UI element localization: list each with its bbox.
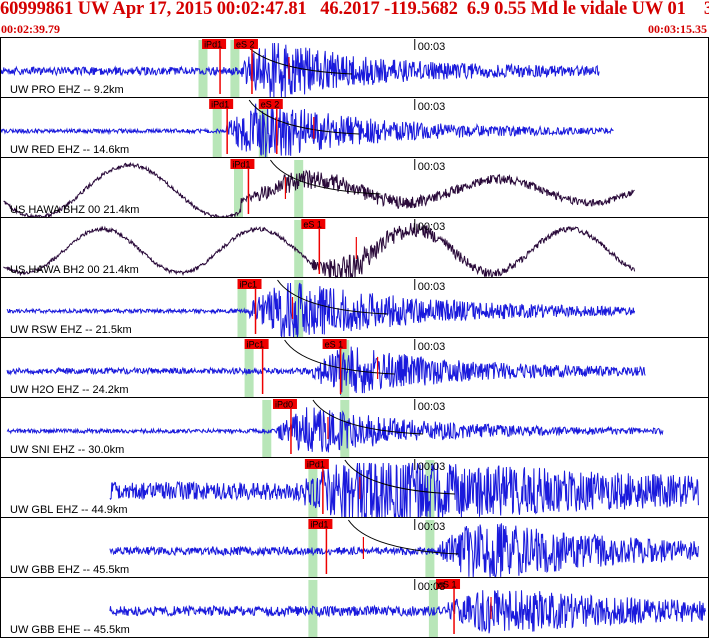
time-tick-label-9: 00:03	[418, 581, 446, 593]
trace-label-2: US HAWA BHZ 00 21.4km	[10, 204, 139, 216]
trace-panel[interactable]: iPd1 eS 2 00:03 UW PRO EHZ -- 9.2km iPd1 eS 2…	[0, 0, 709, 638]
pick-label-1-0: iPd1	[211, 100, 229, 110]
time-tick-label-2: 00:03	[418, 161, 446, 173]
pick-label-4-0: iPc1	[240, 280, 258, 290]
trace-label-9: UW GBB EHE -- 45.5km	[10, 624, 130, 636]
trace-label-0: UW PRO EHZ -- 9.2km	[10, 84, 124, 96]
pick-label-2-0: iPd1	[232, 160, 250, 170]
pick-label-5-0: iPc1	[247, 340, 265, 350]
trace-label-8: UW GBB EHZ -- 45.5km	[10, 564, 129, 576]
waveform-7	[109, 462, 699, 518]
pick-label-1-1: eS 2	[261, 100, 280, 110]
trace-label-4: UW RSW EHZ -- 21.5km	[10, 324, 132, 336]
waveform-8	[109, 523, 699, 578]
seismogram-viewer: 60999861 UW Apr 17, 2015 00:02:47.81 46.…	[0, 0, 709, 638]
trace-label-1: UW RED EHZ -- 14.6km	[10, 144, 129, 156]
pick-label-0-1: eS 2	[236, 40, 255, 50]
time-tick-label-4: 00:03	[418, 281, 446, 293]
time-tick-label-3: 00:03	[418, 221, 446, 233]
pick-label-7-0: iPd1	[307, 460, 325, 470]
trace-label-7: UW GBL EHZ -- 44.9km	[10, 504, 128, 516]
time-tick-label-0: 00:03	[418, 41, 446, 53]
pick-label-0-0: iPd1	[204, 40, 222, 50]
analysis-window-6-0	[262, 400, 272, 457]
pick-label-6-0: iPd0	[275, 400, 293, 410]
trace-label-5: UW H2O EHZ -- 24.2km	[10, 384, 129, 396]
time-tick-label-5: 00:03	[418, 341, 446, 353]
time-tick-label-7: 00:03	[418, 461, 446, 473]
trace-label-3: US HAWA BH2 00 21.4km	[10, 264, 139, 276]
time-tick-label-8: 00:03	[418, 521, 446, 533]
trace-label-6: UW SNI EHZ -- 30.0km	[10, 444, 124, 456]
pick-label-3-0: eS 1	[303, 220, 322, 230]
waveform-9	[109, 590, 706, 634]
pick-label-8-0: iPd1	[310, 520, 328, 530]
time-tick-label-1: 00:03	[418, 101, 446, 113]
pick-label-5-1: eS 1	[325, 340, 344, 350]
time-tick-label-6: 00:03	[418, 401, 446, 413]
